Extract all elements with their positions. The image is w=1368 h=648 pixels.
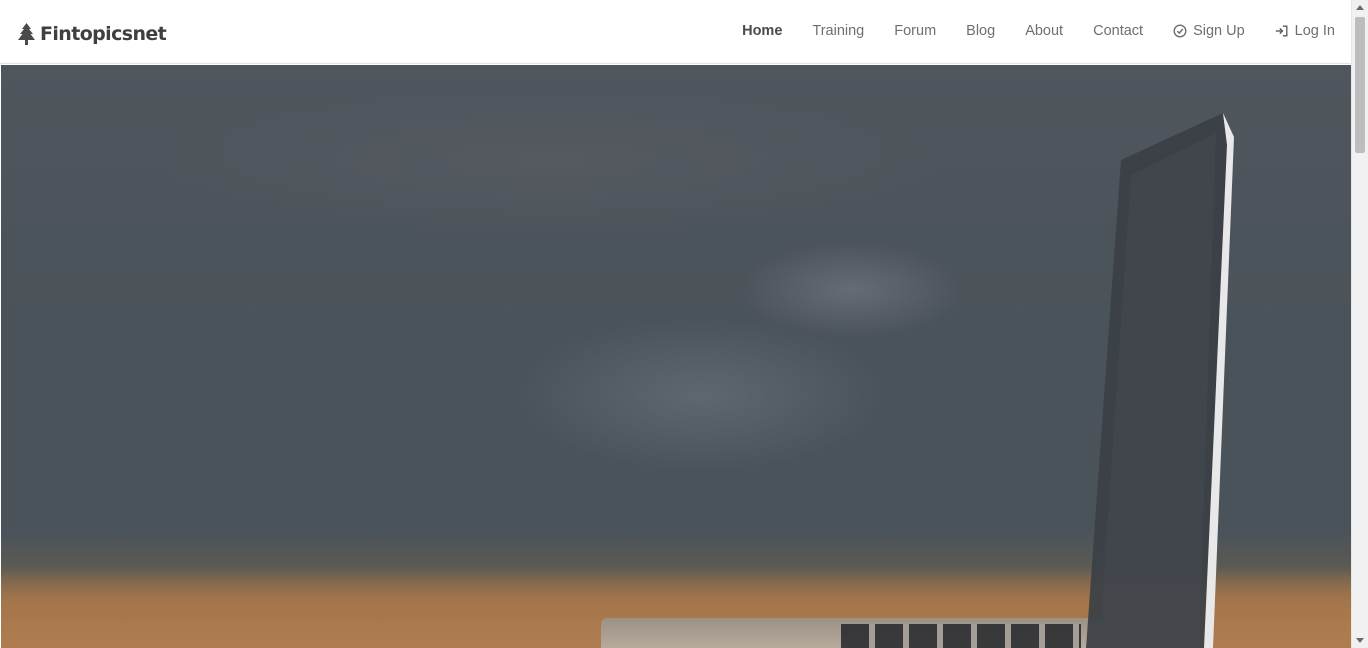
nav-sign-up[interactable]: Sign Up (1158, 23, 1260, 39)
nav-about[interactable]: About (1010, 23, 1078, 39)
nav-about-label: About (1025, 23, 1064, 39)
nav-sign-up-label: Sign Up (1193, 23, 1245, 39)
nav-log-in[interactable]: Log In (1260, 23, 1335, 39)
nav-blog[interactable]: Blog (951, 23, 1010, 39)
nav-home[interactable]: Home (727, 23, 797, 39)
check-circle-icon (1173, 24, 1187, 38)
nav-home-label: Home (742, 23, 783, 39)
sign-in-icon (1275, 25, 1288, 37)
nav-blog-label: Blog (966, 23, 996, 39)
pine-tree-icon (18, 23, 35, 45)
brand-logo-link[interactable]: Fintopicsnet (18, 20, 167, 48)
nav-contact[interactable]: Contact (1078, 23, 1158, 39)
top-navbar: Fintopicsnet Home Training Forum Blog Ab… (0, 0, 1351, 64)
hero-laptop-screen (1086, 113, 1234, 648)
nav-training[interactable]: Training (797, 23, 879, 39)
nav-forum[interactable]: Forum (879, 23, 951, 39)
brand-name: Fintopicsnet (40, 23, 167, 45)
scroll-thumb[interactable] (1355, 17, 1365, 153)
page-scrollbar[interactable] (1351, 0, 1368, 648)
hero-laptop-keys (841, 624, 1081, 648)
nav-contact-label: Contact (1093, 23, 1144, 39)
nav-log-in-label: Log In (1294, 23, 1335, 39)
nav-forum-label: Forum (894, 23, 937, 39)
scroll-up-arrow-icon[interactable] (1356, 5, 1364, 10)
nav-training-label: Training (812, 23, 865, 39)
scroll-down-arrow-icon[interactable] (1356, 638, 1364, 643)
hero-banner-image (1, 65, 1351, 648)
main-nav: Home Training Forum Blog About Contact S… (727, 0, 1335, 62)
